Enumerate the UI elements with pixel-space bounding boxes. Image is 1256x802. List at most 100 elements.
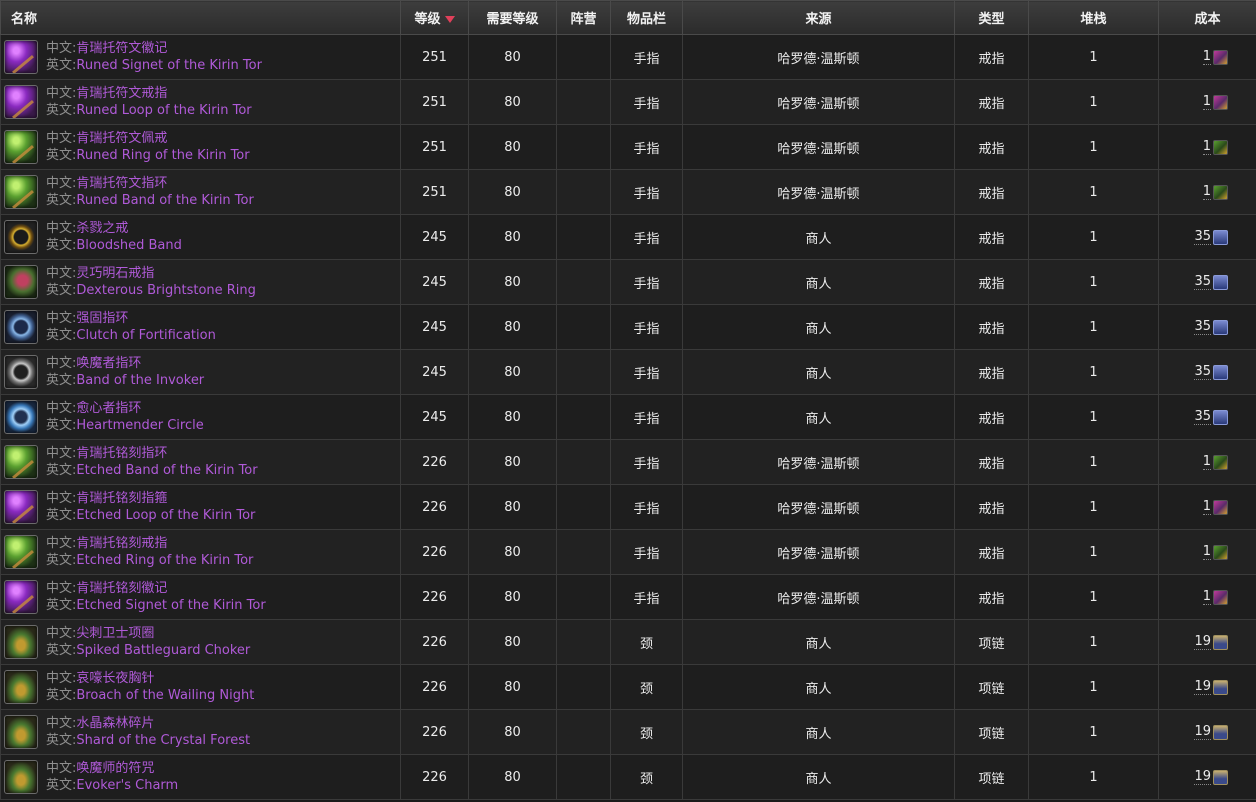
gem-ring-icon[interactable] [4,265,38,299]
stone-keeper-shard-icon[interactable] [1213,679,1228,695]
cell-source[interactable]: 哈罗德·温斯顿 [682,79,955,125]
table-row[interactable]: 中文:肯瑞托铭刻戒指 英文:Etched Ring of the Kirin To… [0,529,1256,575]
cost-amount[interactable]: 1 [1202,94,1211,110]
cell-source[interactable]: 商人 [682,304,955,350]
cell-source[interactable]: 商人 [682,754,955,800]
green-token-icon[interactable] [1213,454,1228,470]
cell-source[interactable]: 商人 [682,619,955,665]
item-name-cn-link[interactable]: 强固指环 [76,311,128,326]
item-name-cn-link[interactable]: 杀戮之戒 [76,221,128,236]
table-row[interactable]: 中文:哀嚎长夜胸针 英文:Broach of the Wailing Night 2… [0,664,1256,710]
item-name-cn-link[interactable]: 唤魔者指环 [76,356,141,371]
column-header-req-level[interactable]: 需要等级 [468,0,557,35]
item-name-cn-link[interactable]: 唤魔师的符咒 [76,761,154,776]
green-ring-icon[interactable] [4,130,38,164]
cost-amount[interactable]: 1 [1202,139,1211,155]
item-name-cn-link[interactable]: 肯瑞托铭刻戒指 [76,536,167,551]
cell-source[interactable]: 商人 [682,214,955,260]
cell-source[interactable]: 哈罗德·温斯顿 [682,574,955,620]
item-name-cn-link[interactable]: 尖刺卫士项圈 [76,626,154,641]
cost-amount[interactable]: 1 [1202,544,1211,560]
column-header-stack[interactable]: 堆栈 [1028,0,1159,35]
green-ring-icon[interactable] [4,535,38,569]
item-name-cn-link[interactable]: 肯瑞托符文徽记 [76,41,167,56]
item-name-cn-link[interactable]: 肯瑞托铭刻徽记 [76,581,167,596]
item-name-cn-link[interactable]: 水晶森林碎片 [76,716,154,731]
cell-source[interactable]: 商人 [682,349,955,395]
necklace-icon[interactable] [4,670,38,704]
table-row[interactable]: 中文:水晶森林碎片 英文:Shard of the Crystal Forest 2… [0,709,1256,755]
cost-amount[interactable]: 19 [1194,634,1211,650]
item-name-cn-link[interactable]: 肯瑞托符文指环 [76,176,167,191]
purple-ring-icon[interactable] [4,580,38,614]
item-name-en-link[interactable]: Band of the Invoker [76,373,204,388]
stone-keeper-shard-icon[interactable] [1213,634,1228,650]
table-row[interactable]: 中文:肯瑞托铭刻指箍 英文:Etched Loop of the Kirin To… [0,484,1256,530]
necklace-icon[interactable] [4,715,38,749]
cell-source[interactable]: 哈罗德·温斯顿 [682,124,955,170]
table-row[interactable]: 中文:尖刺卫士项圈 英文:Spiked Battleguard Choker 226… [0,619,1256,665]
table-row[interactable]: 中文:肯瑞托符文指环 英文:Runed Band of the Kirin Tor… [0,169,1256,215]
item-name-cn-link[interactable]: 肯瑞托铭刻指环 [76,446,167,461]
item-name-en-link[interactable]: Bloodshed Band [76,238,181,253]
emblem-of-triumph-icon[interactable] [1213,274,1228,290]
column-header-source[interactable]: 来源 [682,0,955,35]
purple-ring-icon[interactable] [4,40,38,74]
item-name-en-link[interactable]: Runed Ring of the Kirin Tor [76,148,249,163]
cell-source[interactable]: 哈罗德·温斯顿 [682,34,955,80]
purple-ring-icon[interactable] [4,85,38,119]
column-header-faction[interactable]: 阵营 [556,0,611,35]
cost-amount[interactable]: 1 [1202,589,1211,605]
gold-ring-icon[interactable] [4,220,38,254]
green-token-icon[interactable] [1213,139,1228,155]
column-header-level[interactable]: 等级 [400,0,469,35]
item-name-cn-link[interactable]: 肯瑞托铭刻指箍 [76,491,167,506]
item-name-cn-link[interactable]: 愈心者指环 [76,401,141,416]
cost-amount[interactable]: 19 [1194,679,1211,695]
cost-amount[interactable]: 19 [1194,769,1211,785]
cost-amount[interactable]: 1 [1202,454,1211,470]
item-name-en-link[interactable]: Etched Loop of the Kirin Tor [76,508,255,523]
ice-ring-icon[interactable] [4,400,38,434]
cost-amount[interactable]: 35 [1194,319,1211,335]
table-row[interactable]: 中文:肯瑞托铭刻徽记 英文:Etched Signet of the Kirin … [0,574,1256,620]
item-name-cn-link[interactable]: 肯瑞托符文佩戒 [76,131,167,146]
item-name-en-link[interactable]: Clutch of Fortification [76,328,215,343]
cell-source[interactable]: 哈罗德·温斯顿 [682,169,955,215]
table-row[interactable]: 中文:肯瑞托符文徽记 英文:Runed Signet of the Kirin T… [0,34,1256,80]
green-ring-icon[interactable] [4,445,38,479]
silver-ring-icon[interactable] [4,355,38,389]
green-token-icon[interactable] [1213,544,1228,560]
necklace-icon[interactable] [4,760,38,794]
item-name-en-link[interactable]: Etched Signet of the Kirin Tor [76,598,265,613]
purple-token-icon[interactable] [1213,49,1228,65]
item-name-cn-link[interactable]: 肯瑞托符文戒指 [76,86,167,101]
emblem-of-triumph-icon[interactable] [1213,319,1228,335]
purple-ring-icon[interactable] [4,490,38,524]
cell-source[interactable]: 商人 [682,709,955,755]
item-name-en-link[interactable]: Evoker's Charm [76,778,178,793]
item-name-en-link[interactable]: Broach of the Wailing Night [76,688,254,703]
green-token-icon[interactable] [1213,184,1228,200]
column-header-slot[interactable]: 物品栏 [610,0,683,35]
item-name-cn-link[interactable]: 灵巧明石戒指 [76,266,154,281]
purple-token-icon[interactable] [1213,94,1228,110]
item-name-en-link[interactable]: Shard of the Crystal Forest [76,733,250,748]
cell-source[interactable]: 哈罗德·温斯顿 [682,529,955,575]
column-header-type[interactable]: 类型 [954,0,1029,35]
green-ring-icon[interactable] [4,175,38,209]
item-name-en-link[interactable]: Etched Band of the Kirin Tor [76,463,257,478]
table-row[interactable]: 中文:唤魔师的符咒 英文:Evoker's Charm 226 80 颈商人 项链 1 19 [0,754,1256,800]
emblem-of-triumph-icon[interactable] [1213,229,1228,245]
table-row[interactable]: 中文:愈心者指环 英文:Heartmender Circle 245 80 手指 商人 戒指… [0,394,1256,440]
item-name-en-link[interactable]: Etched Ring of the Kirin Tor [76,553,253,568]
purple-token-icon[interactable] [1213,499,1228,515]
stone-keeper-shard-icon[interactable] [1213,724,1228,740]
cell-source[interactable]: 哈罗德·温斯顿 [682,439,955,485]
item-name-en-link[interactable]: Spiked Battleguard Choker [76,643,250,658]
stone-keeper-shard-icon[interactable] [1213,769,1228,785]
column-header-cost[interactable]: 成本 [1158,0,1256,35]
table-row[interactable]: 中文:肯瑞托铭刻指环 英文:Etched Band of the Kirin To… [0,439,1256,485]
cost-amount[interactable]: 35 [1194,274,1211,290]
emblem-of-triumph-icon[interactable] [1213,364,1228,380]
